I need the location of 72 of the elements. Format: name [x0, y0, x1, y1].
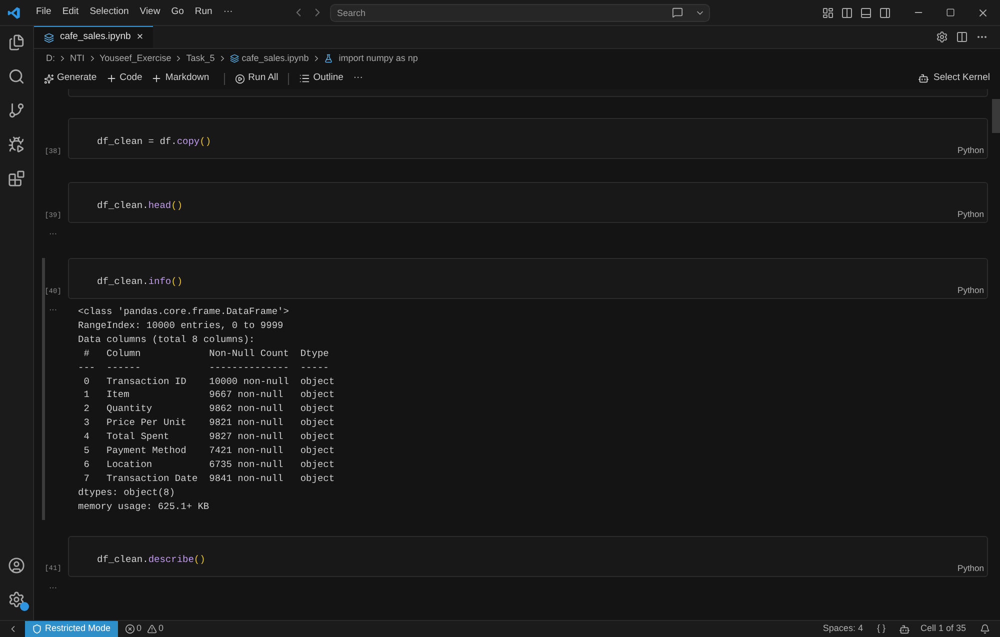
code-cell[interactable]: df_clean.describe() Python	[68, 536, 988, 577]
menu-item[interactable]: Run	[190, 5, 218, 20]
code-line: df_clean.head()	[97, 200, 183, 211]
run-debug-icon[interactable]	[8, 136, 25, 153]
breadcrumb-item[interactable]: cafe_sales.ipynb	[242, 52, 309, 66]
code-line: df_clean.describe()	[97, 554, 206, 565]
notifications-icon[interactable]	[980, 624, 990, 634]
sidebar-toggle-icon[interactable]	[841, 6, 853, 18]
close-icon[interactable]	[977, 6, 989, 18]
settings-icon[interactable]	[936, 31, 948, 43]
error-icon	[124, 624, 135, 634]
plus-icon	[151, 73, 162, 84]
select-kernel-button[interactable]: Select Kernel	[918, 71, 990, 86]
language-label[interactable]: Python	[958, 562, 984, 575]
restore-icon[interactable]	[946, 8, 955, 17]
menu-item[interactable]: ···	[218, 5, 238, 20]
output-menu[interactable]: ···	[49, 582, 57, 593]
menu-item[interactable]: File	[31, 5, 56, 20]
chat-icon[interactable]	[672, 7, 683, 18]
shield-icon	[32, 624, 42, 634]
account-icon[interactable]	[8, 557, 25, 574]
add-cell-button[interactable]: Code	[106, 71, 142, 86]
output-menu[interactable]: ···	[49, 305, 57, 514]
breadcrumb-item[interactable]: NTI	[70, 52, 84, 66]
explorer-icon[interactable]	[8, 34, 25, 51]
code-cell[interactable]: df_clean.info() Python	[68, 258, 988, 299]
code-line: df_clean = df.copy()	[97, 136, 212, 147]
editor-tab[interactable]: cafe_sales.ipynb ×	[34, 26, 154, 48]
breadcrumb-item[interactable]: import numpy as np	[338, 52, 418, 66]
plus-icon	[106, 73, 117, 84]
outline-button[interactable]: Outline	[299, 71, 344, 86]
restricted-mode-button[interactable]: Restricted Mode	[25, 621, 118, 637]
sparkle-icon	[44, 74, 54, 84]
extensions-icon[interactable]	[8, 170, 25, 187]
split-editor-icon[interactable]	[956, 31, 968, 43]
search-field[interactable]: Search	[330, 4, 710, 22]
breadcrumb-item[interactable]: D:	[46, 52, 55, 66]
secondary-sidebar-icon[interactable]	[879, 6, 891, 18]
list-icon	[299, 73, 310, 84]
menu-item[interactable]: View	[134, 5, 166, 20]
breadcrumb-item[interactable]: Task_5	[186, 52, 215, 66]
output-menu[interactable]: ···	[49, 229, 57, 239]
menu-item[interactable]: Go	[166, 5, 189, 20]
play-icon	[235, 74, 246, 84]
breadcrumb-item[interactable]: Youseef_Exercise	[100, 52, 172, 66]
app-logo-icon	[7, 6, 21, 20]
cell-position-label[interactable]: Cell 1 of 35	[920, 622, 966, 636]
source-control-icon[interactable]	[8, 102, 25, 119]
language-mode-label[interactable]: { }	[876, 622, 886, 636]
language-label[interactable]: Python	[958, 208, 984, 221]
search-icon[interactable]	[8, 68, 25, 85]
more-button[interactable]: ···	[353, 71, 363, 86]
problems-button[interactable]: 0 0	[124, 622, 164, 636]
generate-button[interactable]: Generate	[44, 71, 97, 86]
separator-icon	[58, 54, 67, 63]
menu-item[interactable]: Edit	[57, 5, 84, 20]
warning-icon	[146, 624, 157, 634]
indentation-label[interactable]: Spaces: 4	[822, 622, 863, 636]
tab-close-button[interactable]: ×	[136, 29, 144, 46]
code-line: df_clean.info()	[97, 276, 183, 287]
menu-item[interactable]: Selection	[84, 5, 134, 20]
language-label[interactable]: Python	[958, 144, 984, 157]
code-cell[interactable]: df_clean.head() Python	[68, 182, 988, 223]
cell-output: <class 'pandas.core.frame.DataFrame'> RangeIndex: 10000 entries, 0 to 9999 Data columns (total 8 columns): # Column Non-Null Count Dtype --- ------ -------------- ----- 0 Transaction ID 10000 non-null object 1 Item 9667 non-null object 2 Quantity 9862 non-null object 3 Price Per Unit 9821 non-null object 4 Total Spent 9827 non-null object 5 Payment Method 7421 non-null object 6 Location 6735 non-null object 7 Transaction Date 9841 non-null object dtypes: object(8) memory usage: 625.1+ KB	[77, 305, 335, 514]
scrollbar-thumb[interactable]	[992, 99, 1000, 133]
add-cell-button[interactable]: Markdown	[151, 71, 210, 86]
run-all-button[interactable]: Run All	[235, 71, 278, 86]
code-cell[interactable]: df_clean = df.copy() Python	[68, 118, 988, 159]
layout-icon[interactable]	[822, 6, 834, 18]
panel-toggle-icon[interactable]	[860, 6, 872, 18]
language-label[interactable]: Python	[958, 284, 984, 297]
tab-label: cafe_sales.ipynb	[60, 30, 131, 44]
